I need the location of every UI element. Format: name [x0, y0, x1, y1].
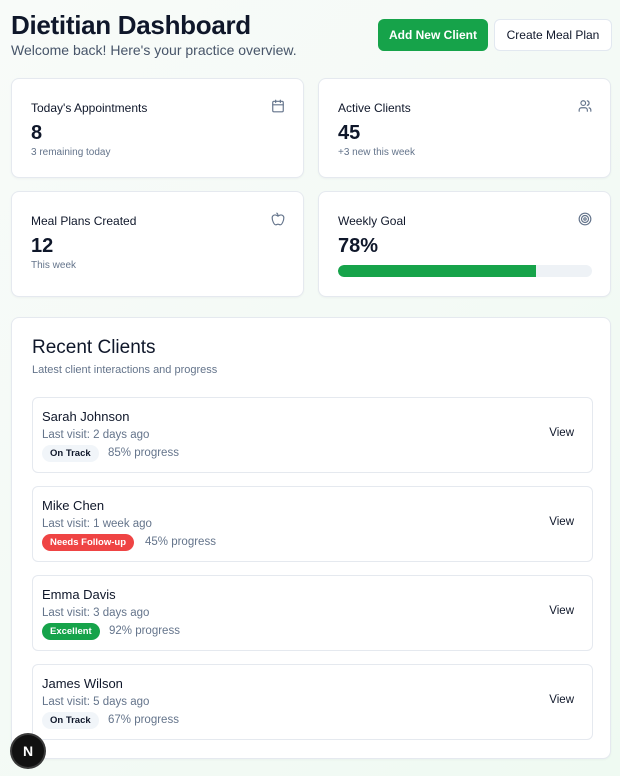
client-progress: 67% progress [108, 714, 179, 726]
status-badge: Needs Follow-up [42, 534, 134, 551]
stat-card-active-clients: Active Clients 45 +3 new this week [318, 78, 611, 178]
client-last-visit: Last visit: 2 days ago [42, 429, 150, 441]
client-name: Emma Davis [42, 587, 116, 602]
client-progress: 92% progress [109, 625, 180, 637]
client-row: Emma Davis Last visit: 3 days ago Excell… [32, 575, 593, 651]
page-header: Dietitian Dashboard Welcome back! Here's… [11, 10, 612, 60]
view-client-button[interactable]: View [549, 694, 574, 706]
client-name: Sarah Johnson [42, 409, 130, 424]
view-client-button[interactable]: View [549, 427, 574, 439]
apple-icon [271, 212, 285, 226]
stat-label: Meal Plans Created [31, 214, 137, 228]
recent-clients-subtitle: Latest client interactions and progress [32, 364, 218, 376]
stat-value: 45 [338, 122, 361, 144]
client-progress: 45% progress [145, 536, 216, 548]
stat-value: 8 [31, 122, 43, 144]
stat-value: 12 [31, 235, 54, 257]
client-row: Mike Chen Last visit: 1 week ago Needs F… [32, 486, 593, 562]
users-icon [578, 99, 592, 113]
stat-card-meal-plans: Meal Plans Created 12 This week [11, 191, 304, 297]
view-client-button[interactable]: View [549, 605, 574, 617]
stat-subtext: This week [31, 260, 77, 271]
client-last-visit: Last visit: 3 days ago [42, 607, 150, 619]
client-name: Mike Chen [42, 498, 105, 513]
status-badge: Excellent [42, 623, 100, 640]
stat-label: Today's Appointments [31, 101, 148, 115]
add-new-client-button[interactable]: Add New Client [378, 19, 488, 51]
weekly-goal-progress-fill [338, 265, 537, 277]
client-progress: 85% progress [108, 447, 179, 459]
stat-subtext: +3 new this week [338, 147, 415, 158]
view-client-button[interactable]: View [549, 516, 574, 528]
client-row: James Wilson Last visit: 5 days ago On T… [32, 664, 593, 740]
calendar-icon [271, 99, 285, 113]
client-last-visit: Last visit: 5 days ago [42, 696, 150, 708]
stat-subtext: 3 remaining today [31, 147, 111, 158]
dev-tools-badge[interactable]: N [12, 735, 44, 767]
client-row: Sarah Johnson Last visit: 2 days ago On … [32, 397, 593, 473]
status-badge: On Track [42, 712, 99, 729]
stat-card-weekly-goal: Weekly Goal 78% [318, 191, 611, 297]
weekly-goal-progress-bar [338, 265, 592, 277]
stat-card-appointments: Today's Appointments 8 3 remaining today [11, 78, 304, 178]
create-meal-plan-button[interactable]: Create Meal Plan [494, 19, 612, 51]
stat-label: Active Clients [338, 101, 411, 115]
recent-clients-card: Recent Clients Latest client interaction… [11, 317, 611, 759]
client-last-visit: Last visit: 1 week ago [42, 518, 152, 530]
target-icon [578, 212, 592, 226]
stat-label: Weekly Goal [338, 214, 406, 228]
recent-clients-title: Recent Clients [32, 337, 156, 358]
client-name: James Wilson [42, 676, 123, 691]
status-badge: On Track [42, 445, 99, 462]
stat-value: 78% [338, 235, 379, 257]
